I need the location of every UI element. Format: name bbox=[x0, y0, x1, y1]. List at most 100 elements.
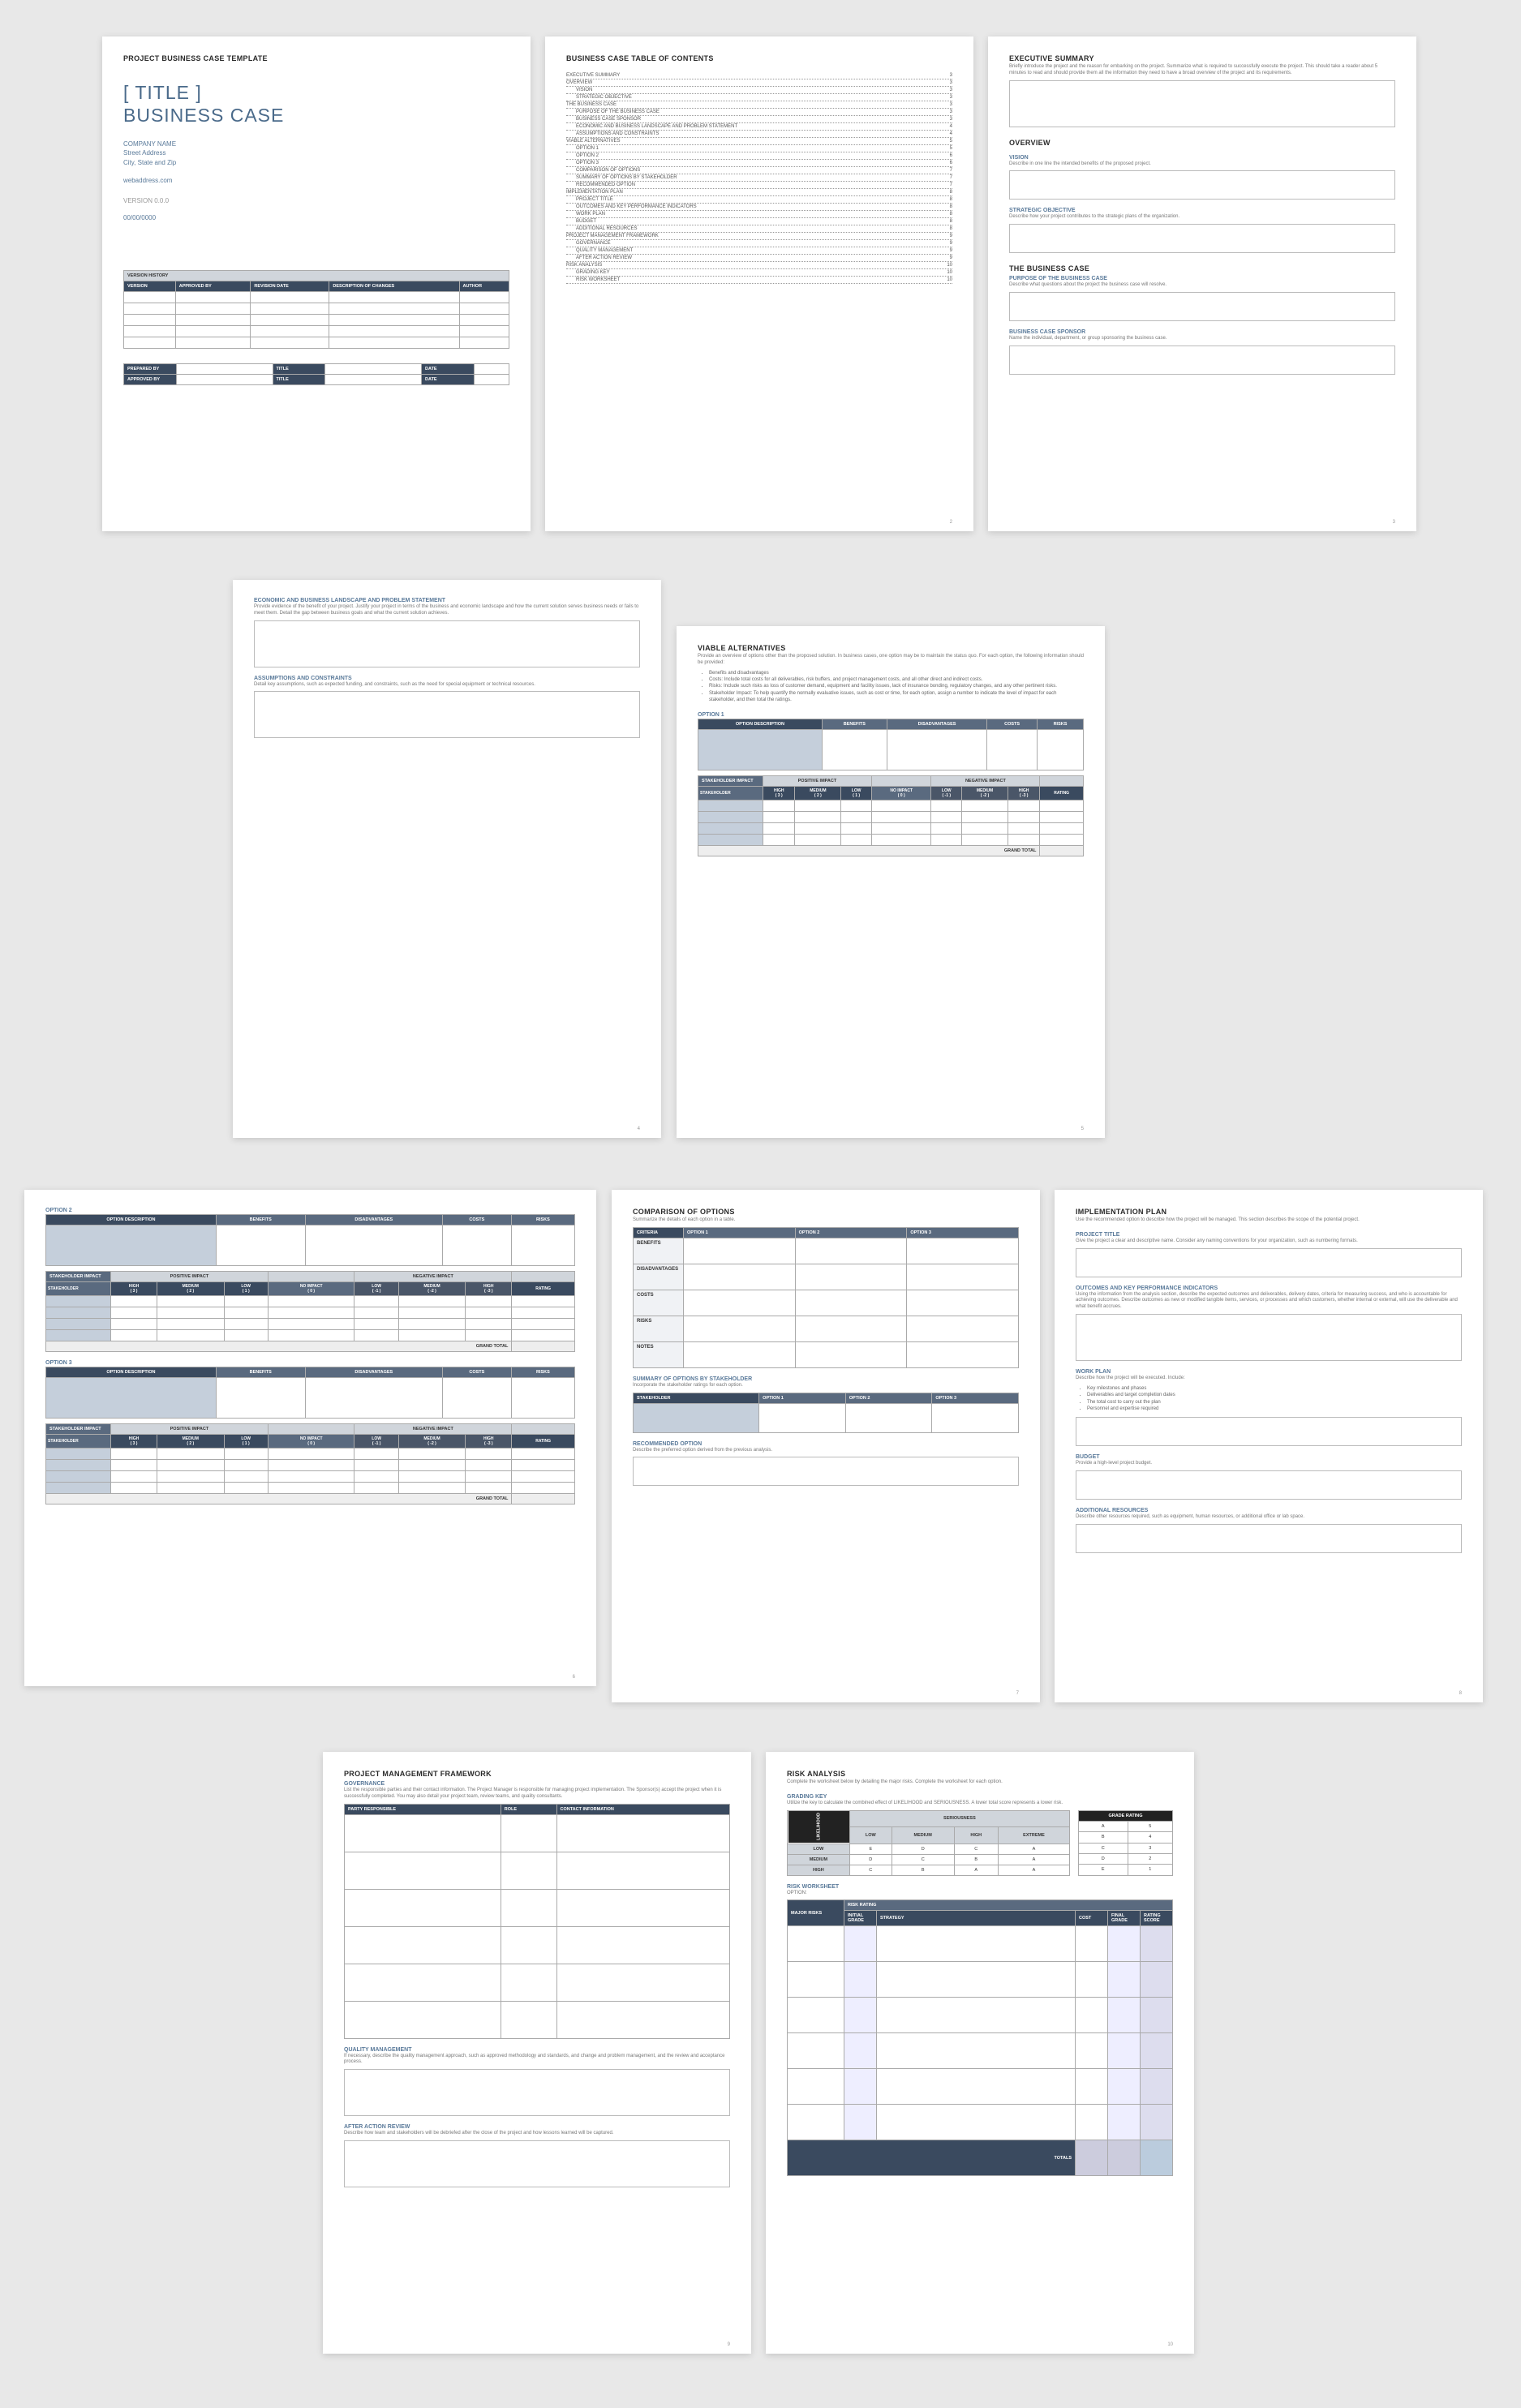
workplan-bullets: Key milestones and phases Deliverables a… bbox=[1076, 1385, 1462, 1413]
web-address: webaddress.com bbox=[123, 177, 509, 184]
page-8: IMPLEMENTATION PLAN Use the recommended … bbox=[1055, 1190, 1483, 1702]
page-10: RISK ANALYSIS Complete the worksheet bel… bbox=[766, 1752, 1194, 2354]
table-row bbox=[788, 2105, 1173, 2140]
pmf-header: PROJECT MANAGEMENT FRAMEWORK bbox=[344, 1770, 730, 1778]
title-placeholder: [ TITLE ] bbox=[123, 82, 509, 105]
list-item: Stakeholder Impact: To help quantify the… bbox=[709, 690, 1084, 704]
summary-table: STAKEHOLDEROPTION 1OPTION 2OPTION 3 bbox=[633, 1393, 1019, 1433]
input-box[interactable] bbox=[254, 691, 640, 738]
strategic-desc: Describe how your project contributes to… bbox=[1009, 214, 1395, 221]
table-row bbox=[124, 291, 509, 303]
assumptions-desc: Detail key assumptions, such as expected… bbox=[254, 682, 640, 689]
budget-sub: BUDGET bbox=[1076, 1454, 1462, 1460]
version-history-table: VERSION HISTORY VERSIONAPPROVED BYREVISI… bbox=[123, 270, 509, 349]
table-row bbox=[788, 1998, 1173, 2033]
page-number: 2 bbox=[950, 520, 952, 525]
comparison-desc: Summarize the details of each option in … bbox=[633, 1217, 1019, 1224]
table-row: D2 bbox=[1079, 1853, 1173, 1864]
landscape-sub: ECONOMIC AND BUSINESS LANDSCAPE AND PROB… bbox=[254, 598, 640, 603]
input-box[interactable] bbox=[633, 1457, 1019, 1486]
table-row: E1 bbox=[1079, 1865, 1173, 1875]
table-row: B4 bbox=[1079, 1832, 1173, 1843]
list-item: Costs: Include total costs for all deliv… bbox=[709, 676, 1084, 683]
risk-desc: Complete the worksheet below by detailin… bbox=[787, 1779, 1173, 1786]
comparison-table: CRITERIAOPTION 1OPTION 2OPTION 3 BENEFIT… bbox=[633, 1227, 1019, 1368]
worksheet-option: OPTION: bbox=[787, 1891, 1173, 1897]
table-row bbox=[124, 303, 509, 314]
risk-header: RISK ANALYSIS bbox=[787, 1770, 1173, 1778]
input-box[interactable] bbox=[1076, 1470, 1462, 1500]
input-box[interactable] bbox=[1076, 1248, 1462, 1277]
input-box[interactable] bbox=[1009, 170, 1395, 200]
input-box[interactable] bbox=[344, 2140, 730, 2187]
exec-summary-desc: Briefly introduce the project and the re… bbox=[1009, 64, 1395, 77]
page-7: COMPARISON OF OPTIONS Summarize the deta… bbox=[612, 1190, 1040, 1702]
table-row bbox=[345, 1852, 730, 1889]
page-2: BUSINESS CASE TABLE OF CONTENTS EXECUTIV… bbox=[545, 36, 973, 531]
table-row bbox=[124, 337, 509, 348]
page-number: 10 bbox=[1167, 2342, 1173, 2347]
company-name: COMPANY NAME bbox=[123, 140, 509, 148]
table-row: BENEFITS bbox=[634, 1238, 1019, 1264]
list-item: Key milestones and phases bbox=[1087, 1385, 1462, 1392]
strategic-sub: STRATEGIC OBJECTIVE bbox=[1009, 208, 1395, 213]
overview-header: OVERVIEW bbox=[1009, 139, 1395, 147]
table-row bbox=[788, 1926, 1173, 1962]
input-box[interactable] bbox=[1076, 1524, 1462, 1553]
page-number: 3 bbox=[1393, 520, 1395, 525]
toc-header: BUSINESS CASE TABLE OF CONTENTS bbox=[566, 54, 952, 62]
input-box[interactable] bbox=[344, 2069, 730, 2116]
table-row bbox=[345, 1814, 730, 1852]
option1-table: OPTION DESCRIPTIONBENEFITSDISADVANTAGESC… bbox=[698, 719, 1084, 856]
input-box[interactable] bbox=[1009, 346, 1395, 375]
input-box[interactable] bbox=[1009, 80, 1395, 127]
viable-header: VIABLE ALTERNATIVES bbox=[698, 644, 1084, 652]
addr2: City, State and Zip bbox=[123, 158, 509, 167]
table-row: TOTALS bbox=[788, 2140, 1173, 2176]
table-row: PARTY RESPONSIBLEROLECONTACT INFORMATION bbox=[345, 1804, 730, 1814]
vision-desc: Describe in one line the intended benefi… bbox=[1009, 161, 1395, 168]
table-row: CRITERIAOPTION 1OPTION 2OPTION 3 bbox=[634, 1227, 1019, 1238]
governance-table: PARTY RESPONSIBLEROLECONTACT INFORMATION bbox=[344, 1804, 730, 2039]
table-row bbox=[345, 1926, 730, 1964]
list-item: Risks: Include such risks as loss of cus… bbox=[709, 683, 1084, 689]
table-row: INITIAL GRADESTRATEGYCOSTFINAL GRADERATI… bbox=[788, 1911, 1173, 1926]
quality-sub: QUALITY MANAGEMENT bbox=[344, 2047, 730, 2053]
table-row: GRADE RATING bbox=[1079, 1810, 1173, 1821]
input-box[interactable] bbox=[254, 620, 640, 667]
table-row: HIGHCBAA bbox=[788, 1865, 1070, 1875]
vh-header: VERSION HISTORY bbox=[124, 270, 509, 281]
addres-sub: ADDITIONAL RESOURCES bbox=[1076, 1508, 1462, 1513]
input-box[interactable] bbox=[1009, 224, 1395, 253]
grading-sub: GRADING KEY bbox=[787, 1794, 1173, 1800]
option1-sub: OPTION 1 bbox=[698, 712, 1084, 718]
table-row bbox=[345, 2001, 730, 2038]
doc-date: 00/00/0000 bbox=[123, 214, 509, 221]
landscape-desc: Provide evidence of the benefit of your … bbox=[254, 604, 640, 617]
recommended-desc: Describe the preferred option derived fr… bbox=[633, 1448, 1019, 1454]
assumptions-sub: ASSUMPTIONS AND CONSTRAINTS bbox=[254, 676, 640, 681]
table-row: APPROVED BYTITLEDATE bbox=[124, 374, 509, 384]
summary-sub: SUMMARY OF OPTIONS BY STAKEHOLDER bbox=[633, 1376, 1019, 1382]
option3-sub: OPTION 3 bbox=[45, 1360, 575, 1366]
workplan-sub: WORK PLAN bbox=[1076, 1369, 1462, 1375]
projtitle-desc: Give the project a clear and descriptive… bbox=[1076, 1238, 1462, 1245]
list-item: Personnel and expertise required bbox=[1087, 1406, 1462, 1412]
viable-bullets: Benefits and disadvantages Costs: Includ… bbox=[698, 670, 1084, 704]
input-box[interactable] bbox=[1009, 292, 1395, 321]
gov-sub: GOVERNANCE bbox=[344, 1781, 730, 1787]
table-row: A5 bbox=[1079, 1821, 1173, 1831]
page-number: 4 bbox=[638, 1127, 640, 1131]
worksheet-sub: RISK WORKSHEET bbox=[787, 1884, 1173, 1890]
table-row: MAJOR RISKSRISK RATING bbox=[788, 1900, 1173, 1911]
table-row bbox=[345, 1889, 730, 1926]
page-4: ECONOMIC AND BUSINESS LANDSCAPE AND PROB… bbox=[233, 580, 661, 1138]
input-box[interactable] bbox=[1076, 1417, 1462, 1446]
quality-desc: If necessary, describe the quality manag… bbox=[344, 2054, 730, 2067]
table-row: DISADVANTAGES bbox=[634, 1264, 1019, 1290]
table-row bbox=[788, 2033, 1173, 2069]
projtitle-sub: PROJECT TITLE bbox=[1076, 1232, 1462, 1238]
input-box[interactable] bbox=[1076, 1314, 1462, 1361]
business-case-header: THE BUSINESS CASE bbox=[1009, 264, 1395, 273]
option3-table: OPTION DESCRIPTIONBENEFITSDISADVANTAGESC… bbox=[45, 1367, 575, 1504]
